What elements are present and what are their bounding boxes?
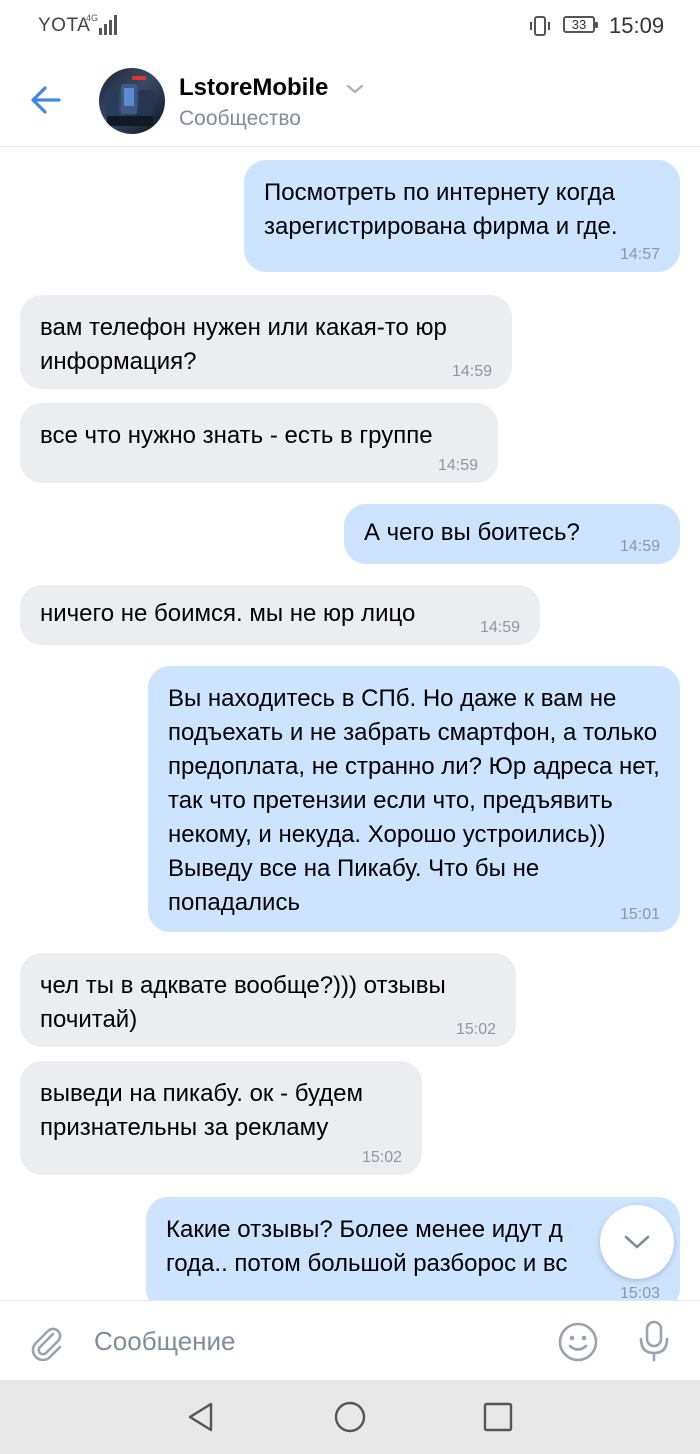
signal-icon — [99, 15, 117, 35]
system-navigation-bar — [0, 1380, 700, 1454]
message-bubble-incoming[interactable]: выведи на пикабу. ок - будем признательн… — [20, 1061, 422, 1175]
nav-back-icon[interactable] — [184, 1400, 218, 1434]
message-bubble-outgoing[interactable]: Посмотреть по интернету когда зарегистри… — [244, 160, 680, 272]
message-text: Вы находитесь в СПб. Но даже к вам не по… — [168, 685, 660, 916]
microphone-icon[interactable] — [638, 1319, 670, 1363]
vibrate-icon — [530, 16, 550, 36]
status-bar: YOTA 4G 33 15:09 — [0, 0, 700, 54]
carrier-label: YOTA — [38, 15, 91, 36]
message-time: 15:01 — [619, 906, 660, 923]
chevron-down-icon — [624, 1235, 650, 1249]
message-text: А чего вы боитесь? — [364, 519, 580, 546]
nav-home-icon[interactable] — [332, 1399, 368, 1435]
message-text: все что нужно знать - есть в группе — [40, 422, 433, 449]
message-text: Какие отзывы? Более менее идут д года.. … — [166, 1216, 568, 1277]
battery-icon: 33 — [563, 16, 598, 33]
message-text: ничего не боимся. мы не юр лицо — [40, 600, 416, 627]
message-input[interactable] — [94, 1321, 524, 1361]
message-bubble-incoming[interactable]: вам телефон нужен или какая-то юр информ… — [20, 295, 512, 389]
message-time: 14:59 — [619, 538, 660, 555]
smile-icon[interactable] — [557, 1321, 599, 1363]
nav-recent-apps-icon[interactable] — [481, 1400, 515, 1434]
avatar-image-icon — [105, 76, 153, 126]
clock: 15:09 — [609, 13, 665, 38]
message-text: вам телефон нужен или какая-то юр информ… — [40, 314, 447, 375]
message-list[interactable]: Посмотреть по интернету когда зарегистри… — [0, 147, 700, 1300]
message-text: чел ты в адквате вообще?))) отзывы почит… — [40, 972, 446, 1033]
scroll-to-bottom-button[interactable] — [600, 1205, 674, 1279]
message-time: 15:02 — [361, 1149, 402, 1166]
message-composer — [0, 1300, 700, 1381]
chat-header: LstoreMobile Сообщество — [0, 54, 700, 147]
message-bubble-outgoing[interactable]: А чего вы боитесь? 14:59 — [344, 504, 680, 564]
message-bubble-incoming[interactable]: ничего не боимся. мы не юр лицо 14:59 — [20, 585, 540, 645]
message-time: 14:59 — [479, 619, 520, 636]
message-bubble-outgoing[interactable]: Вы находитесь в СПб. Но даже к вам не по… — [148, 666, 680, 932]
message-bubble-incoming[interactable]: чел ты в адквате вообще?))) отзывы почит… — [20, 953, 516, 1047]
message-time: 14:59 — [451, 363, 492, 380]
message-text: выведи на пикабу. ок - будем признательн… — [40, 1080, 364, 1141]
message-time: 15:03 — [619, 1285, 660, 1300]
avatar[interactable] — [99, 68, 165, 134]
message-text: Посмотреть по интернету когда зарегистри… — [264, 179, 618, 240]
message-time: 14:59 — [437, 457, 478, 474]
chat-subtitle: Сообщество — [179, 107, 301, 130]
paperclip-icon[interactable] — [26, 1321, 66, 1361]
chevron-down-icon[interactable] — [345, 82, 365, 96]
message-time: 14:57 — [619, 246, 660, 263]
back-arrow-icon[interactable] — [26, 80, 66, 120]
chat-title[interactable]: LstoreMobile — [179, 74, 328, 102]
message-bubble-incoming[interactable]: все что нужно знать - есть в группе 14:5… — [20, 403, 498, 483]
network-type-label: 4G — [86, 13, 99, 23]
message-time: 15:02 — [455, 1021, 496, 1038]
